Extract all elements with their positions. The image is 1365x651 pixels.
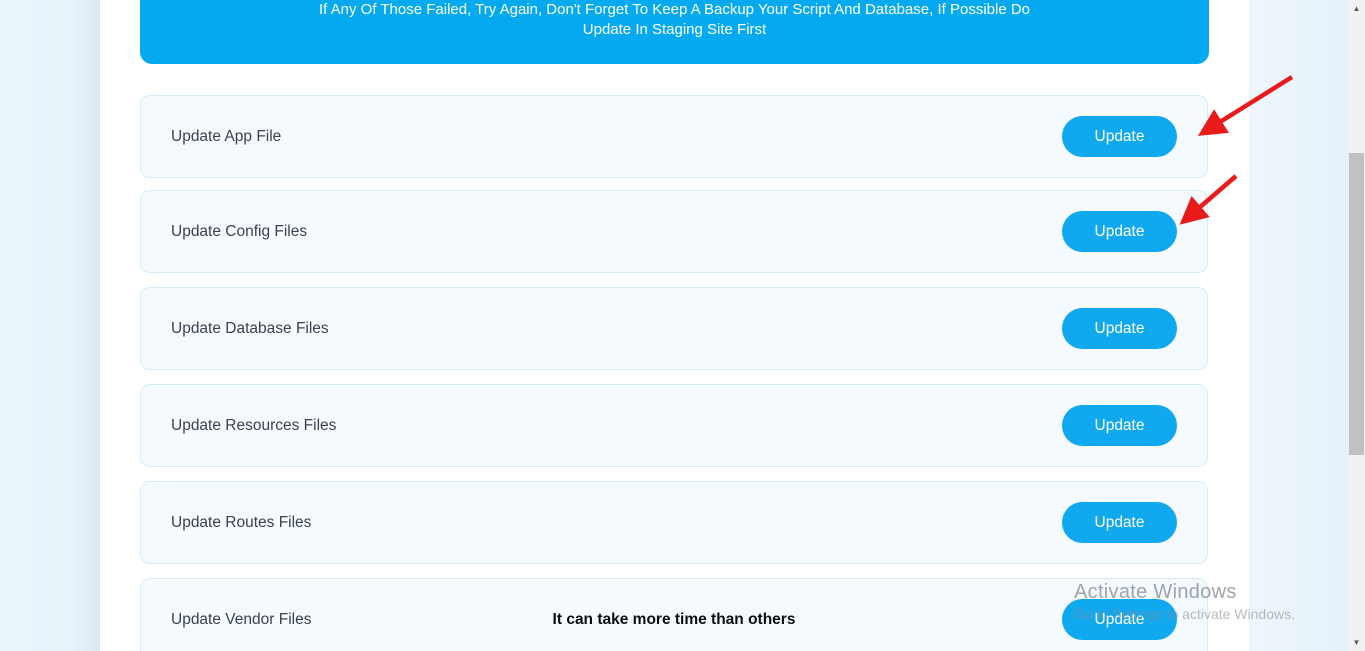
update-app-file-button[interactable]: Update — [1062, 116, 1177, 157]
row-label: Update Routes Files — [171, 514, 311, 532]
update-row-config-files: Update Config Files Update — [140, 190, 1208, 273]
update-routes-files-button[interactable]: Update — [1062, 502, 1177, 543]
update-row-resources-files: Update Resources Files Update — [140, 384, 1208, 467]
page-right-gutter — [1249, 0, 1348, 651]
scrollbar-up-icon[interactable]: ▲ — [1348, 0, 1365, 17]
row-label: Update Resources Files — [171, 417, 336, 435]
vertical-scrollbar[interactable]: ▲ ▼ — [1348, 0, 1365, 651]
notice-banner: If Any Of Those Failed, Try Again, Don't… — [140, 0, 1209, 64]
notice-banner-text: If Any Of Those Failed, Try Again, Don't… — [305, 0, 1045, 40]
scrollbar-down-icon[interactable]: ▼ — [1348, 634, 1365, 651]
update-row-database-files: Update Database Files Update — [140, 287, 1208, 370]
update-resources-files-button[interactable]: Update — [1062, 405, 1177, 446]
update-config-files-button[interactable]: Update — [1062, 211, 1177, 252]
row-label: Update Config Files — [171, 223, 307, 241]
update-vendor-files-button[interactable]: Update — [1062, 599, 1177, 640]
page-left-gutter — [0, 0, 100, 651]
row-label: Update App File — [171, 128, 281, 146]
update-row-routes-files: Update Routes Files Update — [140, 481, 1208, 564]
update-row-vendor-files: Update Vendor Files It can take more tim… — [140, 578, 1208, 651]
row-label: Update Vendor Files — [171, 611, 311, 629]
update-row-app-file: Update App File Update — [140, 95, 1208, 178]
scrollbar-thumb[interactable] — [1349, 153, 1364, 455]
update-database-files-button[interactable]: Update — [1062, 308, 1177, 349]
vendor-duration-note: It can take more time than others — [553, 611, 796, 629]
row-label: Update Database Files — [171, 320, 329, 338]
